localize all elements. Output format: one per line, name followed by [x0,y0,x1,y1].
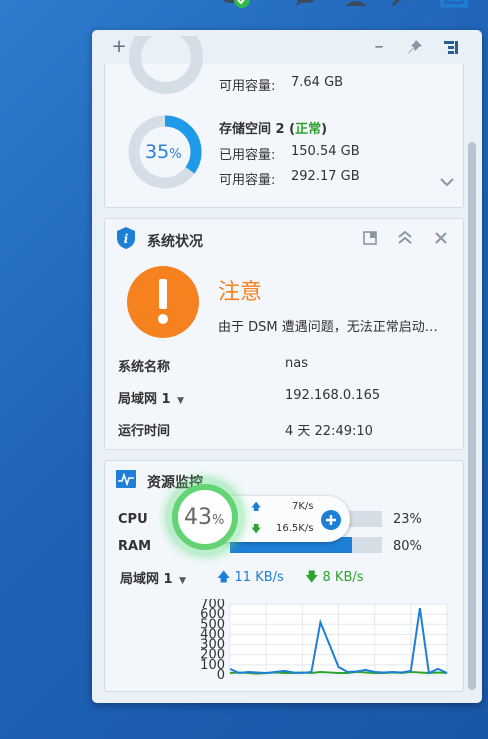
system-status-card: i 系统状况 注意 由于 DSM 遭遇问题，无法正常启动… 系统名称 nas 局… [104,218,464,450]
svg-text:i: i [124,232,129,246]
widget-menu-icon[interactable] [442,38,460,56]
overlay-down-speed: 16.5K/s [276,523,314,534]
volume-2-status: 正常 [295,122,322,137]
status-message: 由于 DSM 遭遇问题，无法正常启动… [218,320,438,335]
close-icon[interactable] [434,230,448,249]
volume-1-available-value: 7.64 GB [291,75,344,90]
overlay-up-arrow-icon: 🡅 [251,502,262,513]
ram-label: RAM [118,539,152,554]
uptime-label: 运行时间 [118,424,171,439]
network-chart: 7006005004003002001000 [200,599,448,681]
system-status-title: 系统状况 [147,234,203,250]
scrollbar-thumb[interactable] [468,142,476,690]
ram-value: 80% [393,539,422,554]
system-name-value: nas [285,356,308,371]
lan-ip-value: 192.168.0.165 [285,388,381,403]
pin-icon[interactable] [406,38,424,56]
overlay-up-speed: 7K/s [292,501,314,512]
widget-panel: + – 可用容量: 7.64 GB 35% 存储空间 2 (正常) 已用容量: … [92,30,482,703]
add-widget-button[interactable]: + [110,38,128,56]
volume-2-name-row: 存储空间 2 (正常) [219,122,328,137]
upload-arrow-icon: 🡅 [217,570,231,585]
monitor-icon [115,469,137,493]
popout-icon[interactable] [363,230,377,249]
download-rate: 🡇 8 KB/s [305,570,364,585]
overlay-percent: 43% [184,505,225,530]
widgets-icon[interactable] [440,0,470,14]
volume-2-name: 存储空间 2 [219,122,285,137]
info-shield-icon: i [115,226,137,254]
uptime-value: 4 天 22:49:10 [285,424,373,439]
volume-2-percent: 35% [145,141,182,163]
user-icon[interactable] [342,0,372,14]
lan-selector[interactable]: 局域网 1 ▼ [118,388,184,407]
volume-2-available-value: 292.17 GB [291,169,360,184]
cpu-label: CPU [118,512,148,527]
overlay-down-arrow-icon: 🡇 [251,524,262,535]
cloud-sync-ok-icon[interactable] [218,0,250,14]
storage-card: 可用容量: 7.64 GB 35% 存储空间 2 (正常) 已用容量: 150.… [104,36,464,208]
cpu-value: 23% [393,512,422,527]
volume-1-ring [129,36,203,94]
caret-down-icon: ▼ [177,396,185,406]
overlay-gauge[interactable]: 43% [166,478,244,556]
lan-interface-selector[interactable]: 局域网 1 ▼ [120,568,186,587]
expand-plus-icon[interactable] [321,510,341,534]
chart-y-tick-label: 0 [217,668,225,681]
download-arrow-icon: 🡇 [305,570,319,585]
minimize-button[interactable]: – [370,38,388,56]
volume-2-used-label: 已用容量: [219,148,276,163]
resource-monitor-card: 资源监控 CPU 23% RAM 80% 局域网 1 ▼ 🡅 11 KB/s 🡇… [104,460,464,692]
collapse-icon[interactable] [397,229,413,249]
upload-rate: 🡅 11 KB/s [217,570,284,585]
expand-chevron-icon[interactable] [439,172,455,191]
search-icon[interactable] [390,0,420,14]
system-name-label: 系统名称 [118,360,171,375]
volume-2-used-value: 150.54 GB [291,144,360,159]
caret-down-icon: ▼ [179,576,187,586]
warning-icon [126,265,200,343]
chat-icon[interactable] [292,0,322,14]
volume-2-available-label: 可用容量: [219,173,276,188]
volume-1-available-label: 可用容量: [219,79,276,94]
status-title: 注意 [218,280,263,305]
